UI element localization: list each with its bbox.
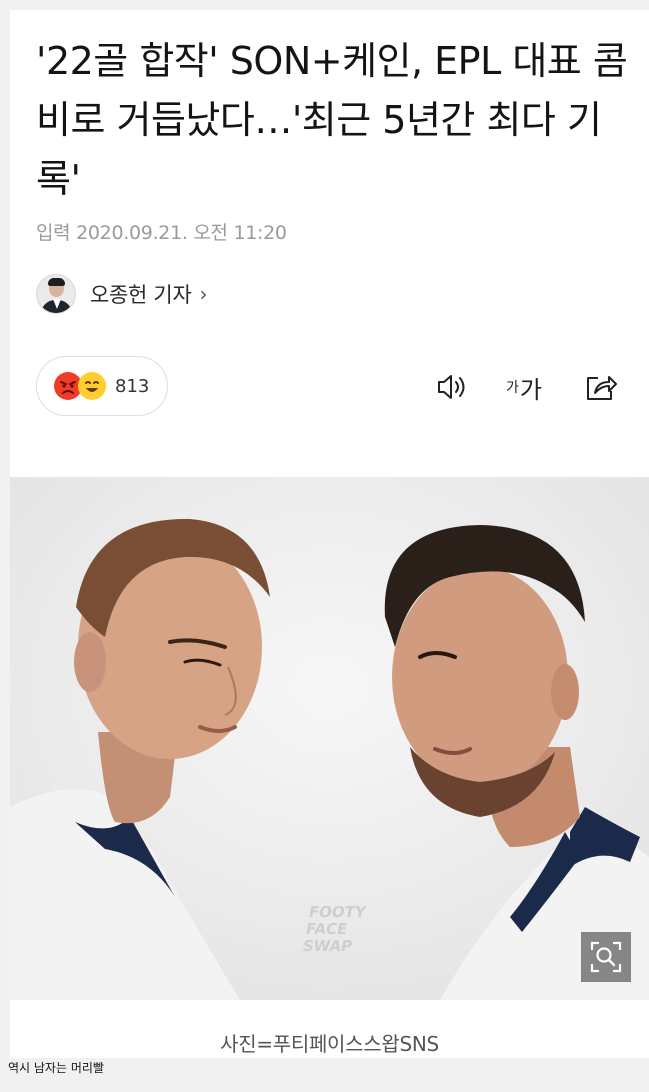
share-icon bbox=[587, 376, 617, 400]
share-button[interactable] bbox=[584, 370, 618, 404]
photo-zoom-button[interactable] bbox=[581, 932, 631, 982]
article-card: '22골 합작' SON+케인, EPL 대표 콤비로 거듭났다…'최근 5년간… bbox=[10, 10, 649, 1058]
reaction-button[interactable]: 813 bbox=[36, 356, 168, 416]
author-name: 오종헌 기자 bbox=[90, 283, 192, 307]
photo-caption: 사진=푸티페이스스왑SNS bbox=[220, 1032, 439, 1056]
author-link[interactable]: 오종헌 기자 › bbox=[36, 272, 207, 316]
article-title: '22골 합작' SON+케인, EPL 대표 콤비로 거듭났다…'최근 5년간… bbox=[36, 39, 628, 201]
chevron-right-icon: › bbox=[199, 282, 208, 306]
photo-illustration: FOOTY FACE SWAP bbox=[10, 477, 649, 1000]
reaction-count: 813 bbox=[115, 375, 150, 397]
speaker-icon bbox=[438, 375, 465, 399]
watermark-line-2: FACE bbox=[304, 920, 349, 938]
font-small-label: 가 bbox=[506, 380, 519, 396]
footer-comment: 역시 남자는 머리빨 bbox=[8, 1061, 104, 1075]
smile-face-icon bbox=[78, 372, 106, 400]
font-large-label: 가 bbox=[519, 375, 542, 404]
watermark-line-1: FOOTY bbox=[307, 903, 368, 921]
author-avatar bbox=[36, 274, 76, 314]
article-photo[interactable]: FOOTY FACE SWAP bbox=[10, 477, 649, 1000]
speaker-button[interactable] bbox=[436, 370, 470, 404]
font-size-button[interactable]: 가가 bbox=[506, 370, 542, 404]
zoom-search-icon bbox=[590, 941, 622, 973]
article-dateline: 입력 2020.09.21. 오전 11:20 bbox=[36, 222, 287, 244]
watermark-line-3: SWAP bbox=[301, 937, 353, 955]
